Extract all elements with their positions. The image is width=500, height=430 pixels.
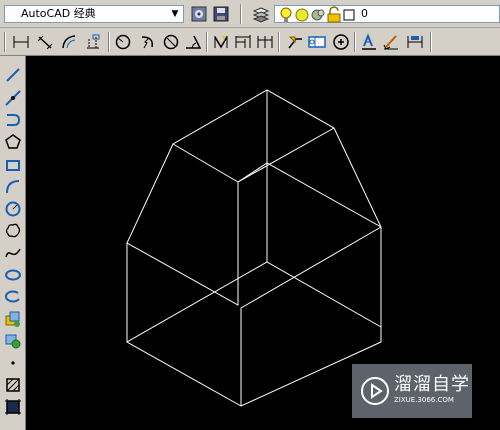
ordinate-dimension-icon[interactable] [84,33,102,51]
model-edge [126,89,382,244]
jogged-dimension-icon[interactable] [138,33,156,51]
spline-icon[interactable] [4,244,22,262]
model-edge [126,261,382,343]
rectangle-icon[interactable] [4,156,22,174]
color-swatch-icon[interactable] [341,6,359,24]
current-layer-name: 0 [361,7,368,20]
dimension-toolbar [0,28,500,56]
dropdown-arrow-icon[interactable]: ▼ [169,7,181,21]
ellipse-arc-icon[interactable] [4,288,22,306]
hatch-icon[interactable] [4,376,22,394]
ellipse-icon[interactable] [4,266,22,284]
workspace-settings-icon[interactable] [190,5,208,23]
workspace-value: AutoCAD 经典 [21,7,96,20]
toolbar-separator [354,32,356,52]
dimension-edit-icon[interactable] [360,33,378,51]
radius-dimension-icon[interactable] [114,33,132,51]
toolbar-separator [206,32,208,52]
watermark: 溜溜自学 ZIXUE.3066.COM [352,364,472,418]
polyline-icon[interactable] [4,111,22,129]
toolbar-separator [430,32,432,52]
arc-length-icon[interactable] [60,33,78,51]
draw-toolbar [0,56,26,430]
revision-cloud-icon[interactable] [4,222,22,240]
watermark-title: 溜溜自学 [394,374,470,395]
tolerance-icon[interactable] [308,33,326,51]
watermark-url: ZIXUE.3066.COM [394,396,454,404]
dimension-update-icon[interactable] [406,33,424,51]
model-edge [172,143,239,183]
toolbar-separator [240,4,242,24]
layer-manager-icon[interactable] [252,5,270,23]
toolbar-grip [4,32,6,52]
play-logo-icon [361,377,389,405]
save-workspace-icon[interactable] [212,5,230,23]
construction-line-icon[interactable] [4,89,22,107]
baseline-dimension-icon[interactable] [234,33,252,51]
insert-block-icon[interactable] [4,310,22,328]
quick-dimension-icon[interactable] [212,33,230,51]
model-edge [126,162,382,407]
center-mark-icon[interactable] [332,33,350,51]
diameter-dimension-icon[interactable] [162,33,180,51]
toolbar-separator [108,32,110,52]
aligned-dimension-icon[interactable] [36,33,54,51]
quick-leader-icon[interactable] [286,33,304,51]
gradient-icon[interactable] [4,398,22,416]
line-icon[interactable] [4,66,22,84]
top-toolbar: AutoCAD 经典 ▼ 0 [0,0,500,28]
linear-dimension-icon[interactable] [12,33,30,51]
dimension-text-edit-icon[interactable] [382,33,400,51]
polygon-icon[interactable] [4,133,22,151]
angular-dimension-icon[interactable] [184,33,202,51]
make-block-icon[interactable] [4,332,22,350]
workspace-dropdown[interactable]: AutoCAD 经典 ▼ [4,5,184,23]
arc-icon[interactable] [4,178,22,196]
continue-dimension-icon[interactable] [256,33,274,51]
toolbar-separator [278,32,280,52]
point-icon[interactable] [4,354,22,372]
layer-dropdown[interactable]: 0 [274,5,500,23]
circle-icon[interactable] [4,200,22,218]
